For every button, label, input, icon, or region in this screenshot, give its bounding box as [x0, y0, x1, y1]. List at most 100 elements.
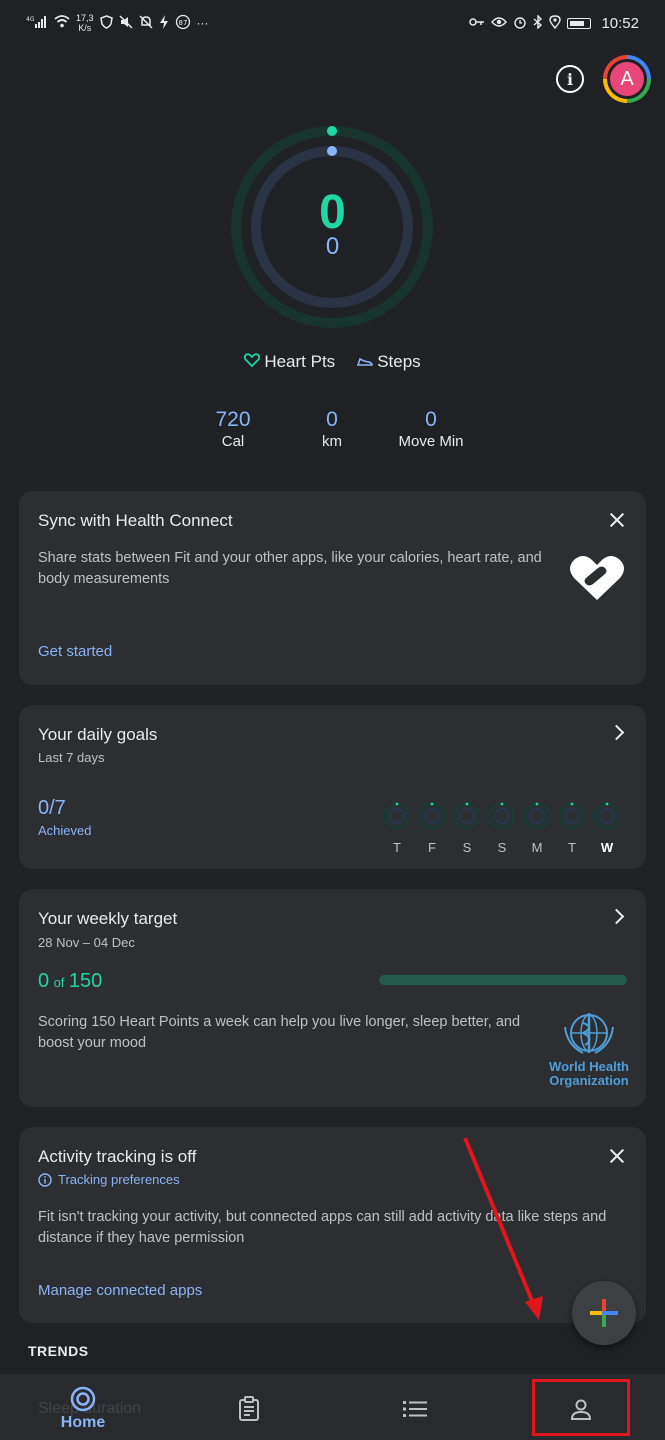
list-icon	[403, 1401, 427, 1417]
trends-heading: TRENDS	[28, 1343, 89, 1359]
weekly-progress-value: 0 of 150	[38, 970, 102, 993]
overflow-icon: ···	[196, 16, 209, 30]
day-label: T	[393, 840, 401, 855]
weekly-current: 0	[38, 970, 50, 992]
avatar: A	[607, 59, 647, 99]
status-left: 4G 17,3 K/s 87 ···	[26, 13, 209, 33]
info-button[interactable]: i	[556, 65, 584, 93]
nav-journal[interactable]	[209, 1382, 289, 1436]
day-ring	[558, 802, 586, 830]
day-item: T	[557, 801, 587, 855]
day-label: S	[462, 840, 472, 855]
day-ring	[418, 802, 446, 830]
close-icon[interactable]	[608, 511, 626, 529]
alarm-icon	[513, 15, 527, 32]
day-label: T	[568, 840, 576, 855]
day-item: S	[452, 801, 482, 855]
get-started-link[interactable]: Get started	[38, 643, 112, 660]
health-connect-icon	[568, 554, 626, 607]
day-label: S	[497, 840, 507, 855]
achieved-label: Achieved	[38, 823, 92, 838]
day-item: F	[417, 801, 447, 855]
home-rings-icon	[70, 1386, 96, 1412]
day-item: W	[592, 801, 622, 855]
clipboard-icon	[239, 1396, 259, 1421]
who-name-line2: Organization	[549, 1073, 629, 1088]
weekly-target-card[interactable]: Your weekly target 28 Nov – 04 Dec 0 of …	[19, 889, 646, 1107]
card-title: Activity tracking is off	[38, 1147, 197, 1166]
stat-label: Move Min	[398, 433, 464, 450]
health-connect-card: Sync with Health Connect Share stats bet…	[19, 491, 646, 685]
svg-text:87: 87	[178, 19, 187, 27]
day-ring	[453, 802, 481, 830]
info-icon: i	[566, 69, 574, 89]
status-bar: 4G 17,3 K/s 87 ··· 10:52	[0, 0, 665, 46]
clock-time: 10:52	[601, 14, 639, 32]
wifi-icon	[54, 15, 70, 31]
nav-home-label: Home	[60, 1414, 106, 1431]
legend-steps: Steps	[357, 352, 421, 372]
legend-steps-label: Steps	[377, 352, 421, 371]
nav-home[interactable]: Home	[43, 1382, 123, 1436]
steps-ring-dot	[327, 146, 337, 156]
chevron-right-icon[interactable]	[608, 724, 625, 741]
heart-pts-ring-dot	[327, 126, 337, 136]
plus-icon	[590, 1299, 618, 1327]
status-right: 10:52	[469, 13, 639, 32]
who-emblem-icon	[564, 1013, 614, 1054]
svg-text:4G: 4G	[26, 16, 35, 23]
day-label-today: W	[600, 840, 614, 855]
net-speed: 17,3 K/s	[76, 13, 94, 33]
shoe-icon	[357, 354, 373, 370]
date-range: 28 Nov – 04 Dec	[38, 935, 135, 950]
flash-icon	[159, 14, 169, 32]
key-icon	[469, 16, 485, 30]
day-ring	[523, 802, 551, 830]
nav-browse[interactable]	[375, 1382, 455, 1436]
card-title: Sync with Health Connect	[38, 511, 233, 530]
stat-move-min: 0 Move Min	[371, 408, 491, 452]
mute-icon	[119, 14, 133, 32]
manage-connected-apps-link[interactable]: Manage connected apps	[38, 1282, 202, 1299]
achieved-value: 0/7	[38, 797, 66, 819]
close-icon[interactable]	[608, 1147, 626, 1165]
signal-icon: 4G	[26, 15, 48, 32]
stat-value: 0	[425, 408, 437, 431]
day-item: S	[487, 801, 517, 855]
day-ring	[593, 802, 621, 830]
chevron-right-icon[interactable]	[608, 908, 625, 925]
tracking-preferences-label: Tracking preferences	[58, 1172, 180, 1187]
card-title: Your weekly target	[38, 909, 178, 928]
ring-legend: Heart Pts Steps	[0, 352, 665, 372]
legend-heart-label: Heart Pts	[264, 352, 336, 371]
day-label: M	[531, 840, 543, 855]
weekly-progress-bar	[379, 975, 627, 985]
bell-off-icon	[139, 14, 153, 32]
info-icon	[38, 1172, 52, 1187]
who-name-line1: World Health	[549, 1059, 629, 1074]
bluetooth-icon	[533, 13, 543, 32]
tracking-preferences-link[interactable]: Tracking preferences	[38, 1172, 180, 1187]
day-item: M	[522, 801, 552, 855]
annotation-arrow	[463, 1137, 543, 1320]
day-label: F	[428, 840, 436, 855]
goal-days-row: T F S S M T W	[382, 801, 622, 855]
card-body: Scoring 150 Heart Points a week can help…	[38, 1014, 521, 1051]
day-ring	[488, 802, 516, 830]
notification-badge-icon: 87	[175, 14, 191, 33]
shield-icon	[99, 14, 113, 32]
account-avatar-button[interactable]: A	[603, 55, 651, 103]
day-ring	[383, 802, 411, 830]
legend-heart-pts: Heart Pts	[244, 352, 335, 372]
card-title: Your daily goals	[38, 725, 158, 744]
steps-value: 0	[325, 233, 340, 260]
card-body: Share stats between Fit and your other a…	[38, 550, 542, 587]
heart-pts-value: 0	[319, 186, 346, 239]
add-fab-button[interactable]	[572, 1281, 636, 1345]
who-logo: World Health Organization	[549, 1011, 629, 1088]
annotation-highlight-box	[532, 1379, 630, 1436]
heart-icon	[244, 352, 261, 372]
daily-goals-card[interactable]: Your daily goals Last 7 days 0/7 Achieve…	[19, 705, 646, 869]
weekly-target: 150	[68, 970, 103, 992]
battery-icon	[567, 17, 592, 29]
